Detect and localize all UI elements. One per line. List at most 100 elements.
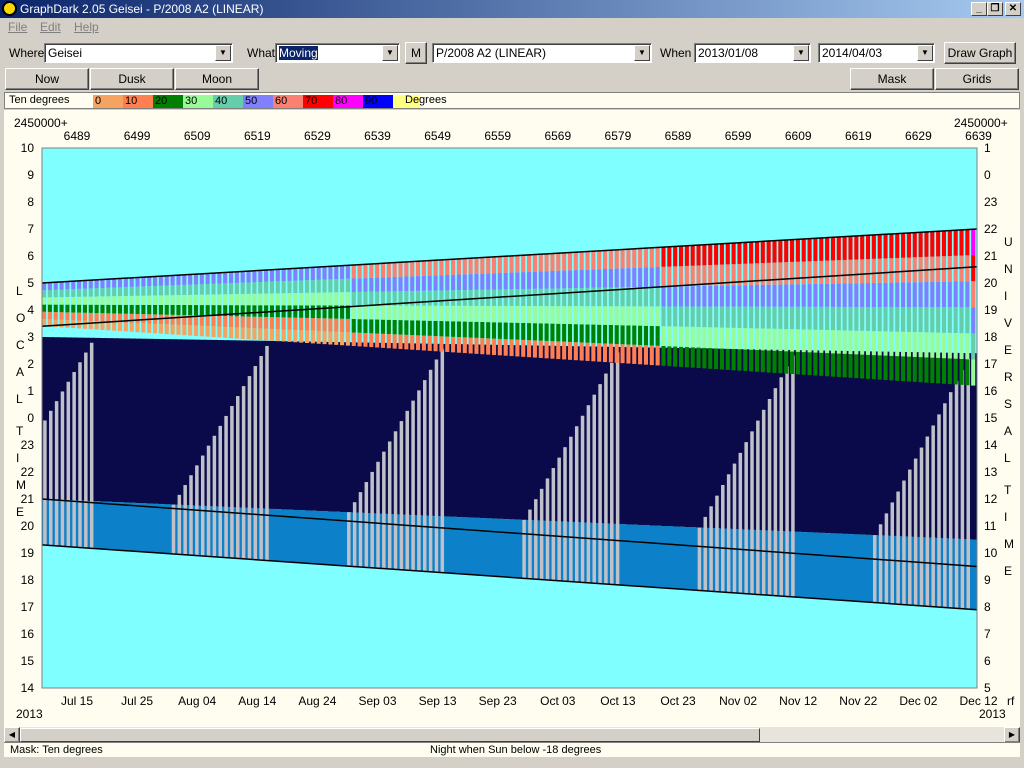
altitude-bar — [830, 237, 835, 261]
scroll-thumb[interactable] — [20, 728, 760, 742]
chevron-down-icon[interactable]: ▼ — [793, 45, 809, 61]
altitude-bar — [731, 285, 736, 307]
altitude-bar — [585, 324, 590, 343]
night-column — [830, 350, 838, 534]
end-date-select[interactable]: 2014/04/03 ▼ — [818, 43, 935, 63]
altitude-bar — [737, 242, 742, 264]
altitude-bar — [924, 357, 929, 383]
left-axis-title-char: C — [16, 338, 25, 352]
altitude-bar — [170, 285, 175, 296]
altitude-bar — [451, 336, 456, 353]
altitude-bar — [456, 321, 461, 338]
moon-column — [60, 391, 65, 547]
scroll-left-icon[interactable]: ◀ — [4, 727, 20, 743]
local-time-tick: 9 — [27, 168, 34, 182]
moon-column — [884, 513, 889, 604]
altitude-bar — [351, 319, 356, 333]
altitude-bar — [918, 332, 923, 358]
minimize-icon[interactable]: _ — [971, 2, 987, 16]
altitude-bar — [65, 281, 70, 290]
chevron-down-icon[interactable]: ▼ — [382, 45, 398, 61]
altitude-bar — [334, 331, 339, 345]
mask-button[interactable]: Mask — [850, 68, 934, 90]
altitude-bar — [678, 306, 684, 327]
moon-button[interactable]: Moon — [175, 68, 259, 90]
altitude-bar — [836, 306, 841, 331]
moon-column — [230, 406, 234, 558]
altitude-bar — [626, 344, 631, 364]
twilight-column — [486, 518, 493, 576]
status-night: Night when Sun below -18 degrees — [430, 744, 602, 756]
altitude-bar — [556, 323, 561, 342]
altitude-bar — [632, 248, 637, 268]
chevron-down-icon[interactable]: ▼ — [634, 45, 650, 61]
m-button[interactable]: M — [405, 42, 427, 64]
night-column — [123, 338, 131, 503]
altitude-bar — [743, 306, 748, 329]
altitude-bar — [971, 255, 976, 282]
local-time-tick: 17 — [21, 600, 35, 614]
altitude-bar — [807, 352, 812, 376]
altitude-bar — [871, 258, 876, 283]
altitude-bar — [497, 272, 502, 290]
menu-file[interactable]: File — [8, 20, 27, 34]
altitude-bar — [912, 356, 917, 382]
restore-icon[interactable]: ❐ — [987, 2, 1003, 16]
altitude-bar — [193, 325, 199, 336]
twilight-column — [515, 519, 522, 578]
where-select[interactable]: Geisei ▼ — [44, 43, 233, 63]
altitude-bar — [433, 275, 438, 291]
altitude-bar — [299, 292, 304, 306]
altitude-bar — [246, 282, 251, 294]
altitude-bar — [77, 312, 82, 321]
horizontal-scrollbar[interactable]: ◀ ▶ — [4, 727, 1020, 743]
altitude-bar — [304, 317, 310, 331]
altitude-bar — [304, 267, 310, 281]
night-column — [842, 350, 849, 534]
what-select[interactable]: Moving ▼ — [275, 43, 400, 63]
moon-column — [604, 373, 608, 585]
start-date-select[interactable]: 2013/01/08 ▼ — [694, 43, 811, 63]
altitude-bar — [234, 316, 239, 328]
altitude-bar — [106, 321, 111, 331]
grids-button[interactable]: Grids — [935, 68, 1019, 90]
now-button[interactable]: Now — [5, 68, 89, 90]
altitude-bar — [643, 267, 648, 287]
visibility-chart[interactable]: 2450000+ 2450000+6489 6499 6509 6519 6529 6539… — [4, 110, 1020, 727]
close-icon[interactable]: ✕ — [1005, 2, 1021, 16]
altitude-bar — [714, 348, 719, 370]
moon-column — [200, 455, 205, 556]
jd-tick-label: 6549 — [424, 129, 451, 143]
altitude-bar — [497, 338, 502, 356]
altitude-bar — [562, 270, 567, 289]
altitude-bar — [965, 359, 970, 386]
scroll-right-icon[interactable]: ▶ — [1004, 727, 1020, 743]
night-column — [275, 341, 283, 510]
altitude-bar — [550, 288, 555, 307]
chevron-down-icon[interactable]: ▼ — [917, 45, 933, 61]
altitude-bar — [439, 336, 444, 352]
dusk-button[interactable]: Dusk — [90, 68, 174, 90]
jd-tick-label: 6559 — [484, 129, 511, 143]
altitude-bar — [334, 279, 339, 293]
altitude-bar — [264, 281, 269, 294]
altitude-bar — [345, 278, 350, 293]
ut-tick: 20 — [984, 276, 998, 290]
altitude-bar — [556, 288, 561, 307]
altitude-bar — [258, 282, 263, 294]
altitude-bar — [901, 257, 906, 283]
menu-edit[interactable]: Edit — [40, 20, 61, 34]
chevron-down-icon[interactable]: ▼ — [215, 45, 231, 61]
altitude-bar — [427, 305, 432, 321]
object-select[interactable]: P/2008 A2 (LINEAR) ▼ — [432, 43, 652, 63]
twilight-column — [141, 503, 148, 552]
draw-graph-button[interactable]: Draw Graph — [944, 42, 1016, 64]
altitude-bar — [468, 258, 473, 275]
altitude-bar — [129, 313, 134, 323]
altitude-bar — [527, 254, 532, 272]
altitude-bar — [480, 257, 485, 274]
altitude-bar — [164, 324, 169, 335]
altitude-bar — [760, 263, 765, 285]
menu-help[interactable]: Help — [74, 20, 99, 34]
altitude-bar — [854, 235, 859, 260]
